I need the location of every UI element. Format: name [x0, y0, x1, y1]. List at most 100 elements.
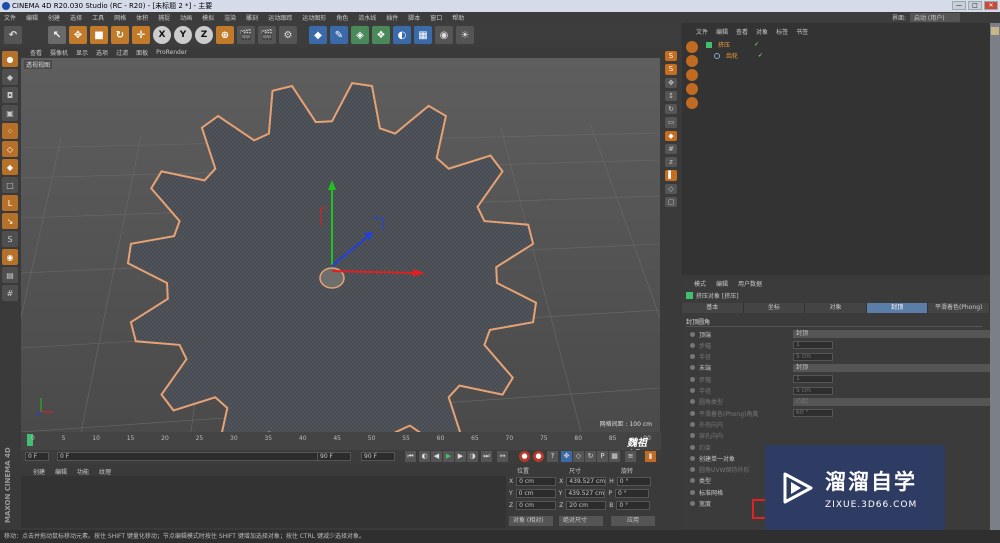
- menu-item[interactable]: 工具: [92, 13, 104, 22]
- material-menu-item[interactable]: 功能: [77, 467, 89, 476]
- animate-dot-icon[interactable]: [690, 399, 695, 405]
- undo-icon[interactable]: ↶: [4, 26, 22, 44]
- texture-mode-icon[interactable]: ◘: [2, 87, 18, 103]
- menu-item[interactable]: 流水线: [358, 13, 376, 22]
- render-view-icon[interactable]: 🎬: [237, 26, 255, 44]
- object-manager-tab[interactable]: 文件: [696, 27, 708, 37]
- rotate-icon[interactable]: ↻: [111, 26, 129, 44]
- select-icon[interactable]: ↖: [48, 26, 66, 44]
- goto-start-icon[interactable]: ⏮: [405, 451, 416, 462]
- start-frame-field[interactable]: 0 F: [25, 452, 49, 461]
- animate-dot-icon[interactable]: [690, 421, 695, 427]
- axis-snap-icon[interactable]: z: [665, 157, 677, 168]
- y-axis-icon[interactable]: Y: [174, 26, 192, 44]
- points-mode-icon[interactable]: ⁘: [2, 123, 18, 139]
- scale-key-icon[interactable]: ◇: [573, 451, 584, 462]
- pla-key-icon[interactable]: ▦: [609, 451, 620, 462]
- viewport-menu-item[interactable]: 选项: [96, 48, 108, 57]
- workplane-icon[interactable]: ▣: [2, 105, 18, 121]
- menu-item[interactable]: 选择: [70, 13, 82, 22]
- camera-icon[interactable]: ◉: [435, 26, 453, 44]
- attribute-field[interactable]: 5 cm: [793, 386, 833, 395]
- light-icon[interactable]: ☀: [456, 26, 474, 44]
- object-manager-tab[interactable]: 编辑: [716, 27, 728, 37]
- coord-mode-dropdown[interactable]: 对象 (相对): [509, 516, 553, 526]
- position-field[interactable]: 0 cm: [516, 500, 557, 510]
- snap-icon[interactable]: S: [2, 231, 18, 247]
- menu-item[interactable]: 帮助: [452, 13, 464, 22]
- takes-tab-icon[interactable]: [686, 55, 698, 67]
- pen-icon[interactable]: ✎: [330, 26, 348, 44]
- viewport-menu-item[interactable]: ProRender: [156, 49, 187, 56]
- render-picture-icon[interactable]: 🎬: [258, 26, 276, 44]
- prev-key-icon[interactable]: ◐: [419, 451, 430, 462]
- material-menu-item[interactable]: 创建: [33, 467, 45, 476]
- attribute-dropdown[interactable]: 凸起: [793, 397, 993, 406]
- deformer-icon[interactable]: ◐: [393, 26, 411, 44]
- play-icon[interactable]: ▶: [443, 451, 454, 462]
- object-row-gear[interactable]: 齿轮 ✓: [714, 51, 763, 60]
- viewport-menu-item[interactable]: 查看: [30, 48, 42, 57]
- attribute-manager-tab[interactable]: 用户数据: [738, 279, 762, 289]
- animate-dot-icon[interactable]: [690, 444, 695, 450]
- material-menu-item[interactable]: 编辑: [55, 467, 67, 476]
- size-field[interactable]: 439.527 cm: [566, 476, 607, 486]
- planar-workplane-icon[interactable]: ▤: [2, 267, 18, 283]
- move-view-icon[interactable]: ✥: [665, 77, 677, 88]
- layout-dropdown[interactable]: 启动 (用户): [910, 13, 960, 22]
- menu-item[interactable]: 窗口: [430, 13, 442, 22]
- visibility-check-icon[interactable]: ✓: [754, 41, 759, 48]
- object-manager-tab[interactable]: 标签: [776, 27, 788, 37]
- animate-dot-icon[interactable]: [690, 388, 695, 393]
- quantize-icon[interactable]: ◆: [665, 130, 677, 141]
- rotate-view-icon[interactable]: ↻: [665, 104, 677, 115]
- timeline-settings-icon[interactable]: ≡: [625, 451, 636, 462]
- attribute-subtab[interactable]: 封顶: [866, 303, 929, 313]
- viewport-menu-item[interactable]: 显示: [76, 48, 88, 57]
- animate-dot-icon[interactable]: [690, 331, 695, 337]
- animate-dot-icon[interactable]: [690, 365, 695, 371]
- dynamic-guide-icon[interactable]: ▌: [665, 170, 677, 181]
- attribute-dropdown[interactable]: 封顶: [793, 363, 993, 372]
- axis-mode-icon[interactable]: L: [2, 195, 18, 211]
- menu-item[interactable]: 模拟: [202, 13, 214, 22]
- object-manager-tab[interactable]: 对象: [756, 27, 768, 37]
- animate-dot-icon[interactable]: [690, 455, 695, 461]
- goto-end-icon[interactable]: ⏭: [481, 451, 492, 462]
- snap-toggle-icon[interactable]: S: [665, 51, 677, 62]
- animate-dot-icon[interactable]: [690, 478, 695, 484]
- close-button[interactable]: ✕: [984, 1, 998, 10]
- uv-mode-icon[interactable]: □: [2, 177, 18, 193]
- object-manager-tab[interactable]: 书签: [796, 27, 808, 37]
- menu-item[interactable]: 运动图形: [302, 13, 326, 22]
- menu-item[interactable]: 角色: [336, 13, 348, 22]
- layer-tab-icon[interactable]: [686, 97, 698, 109]
- material-area[interactable]: [21, 476, 506, 528]
- menu-item[interactable]: 捕捉: [158, 13, 170, 22]
- menu-item[interactable]: 插件: [386, 13, 398, 22]
- snap-settings-icon[interactable]: S: [665, 64, 677, 75]
- cube-icon[interactable]: ◆: [309, 26, 327, 44]
- attribute-dropdown[interactable]: 封顶: [793, 330, 993, 338]
- position-field[interactable]: 0 cm: [515, 488, 556, 498]
- animate-dot-icon[interactable]: [690, 489, 695, 495]
- toggle-view-icon[interactable]: ▭: [665, 117, 677, 128]
- z-axis-icon[interactable]: Z: [195, 26, 213, 44]
- max-frame-field[interactable]: 90 F: [361, 452, 395, 461]
- objects-tab-icon[interactable]: [686, 41, 698, 53]
- grid-icon[interactable]: #: [2, 285, 18, 301]
- film-icon[interactable]: ▮: [645, 451, 656, 462]
- loop-icon[interactable]: ↔: [497, 451, 508, 462]
- zoom-view-icon[interactable]: ↕: [665, 90, 677, 101]
- size-mode-dropdown[interactable]: 绝对尺寸: [559, 516, 603, 526]
- rotation-field[interactable]: 0 °: [616, 476, 651, 486]
- content-browser-icon[interactable]: [686, 69, 698, 81]
- menu-item[interactable]: 动画: [180, 13, 192, 22]
- guide-icon[interactable]: ◇: [665, 183, 677, 194]
- visibility-check-icon[interactable]: ✓: [758, 52, 763, 59]
- animate-dot-icon[interactable]: [690, 410, 695, 416]
- workplane-snap-icon[interactable]: ▢: [665, 196, 677, 207]
- attribute-manager-tab[interactable]: 模式: [694, 279, 706, 289]
- menu-item[interactable]: 网格: [114, 13, 126, 22]
- grid-snap-icon[interactable]: #: [665, 143, 677, 154]
